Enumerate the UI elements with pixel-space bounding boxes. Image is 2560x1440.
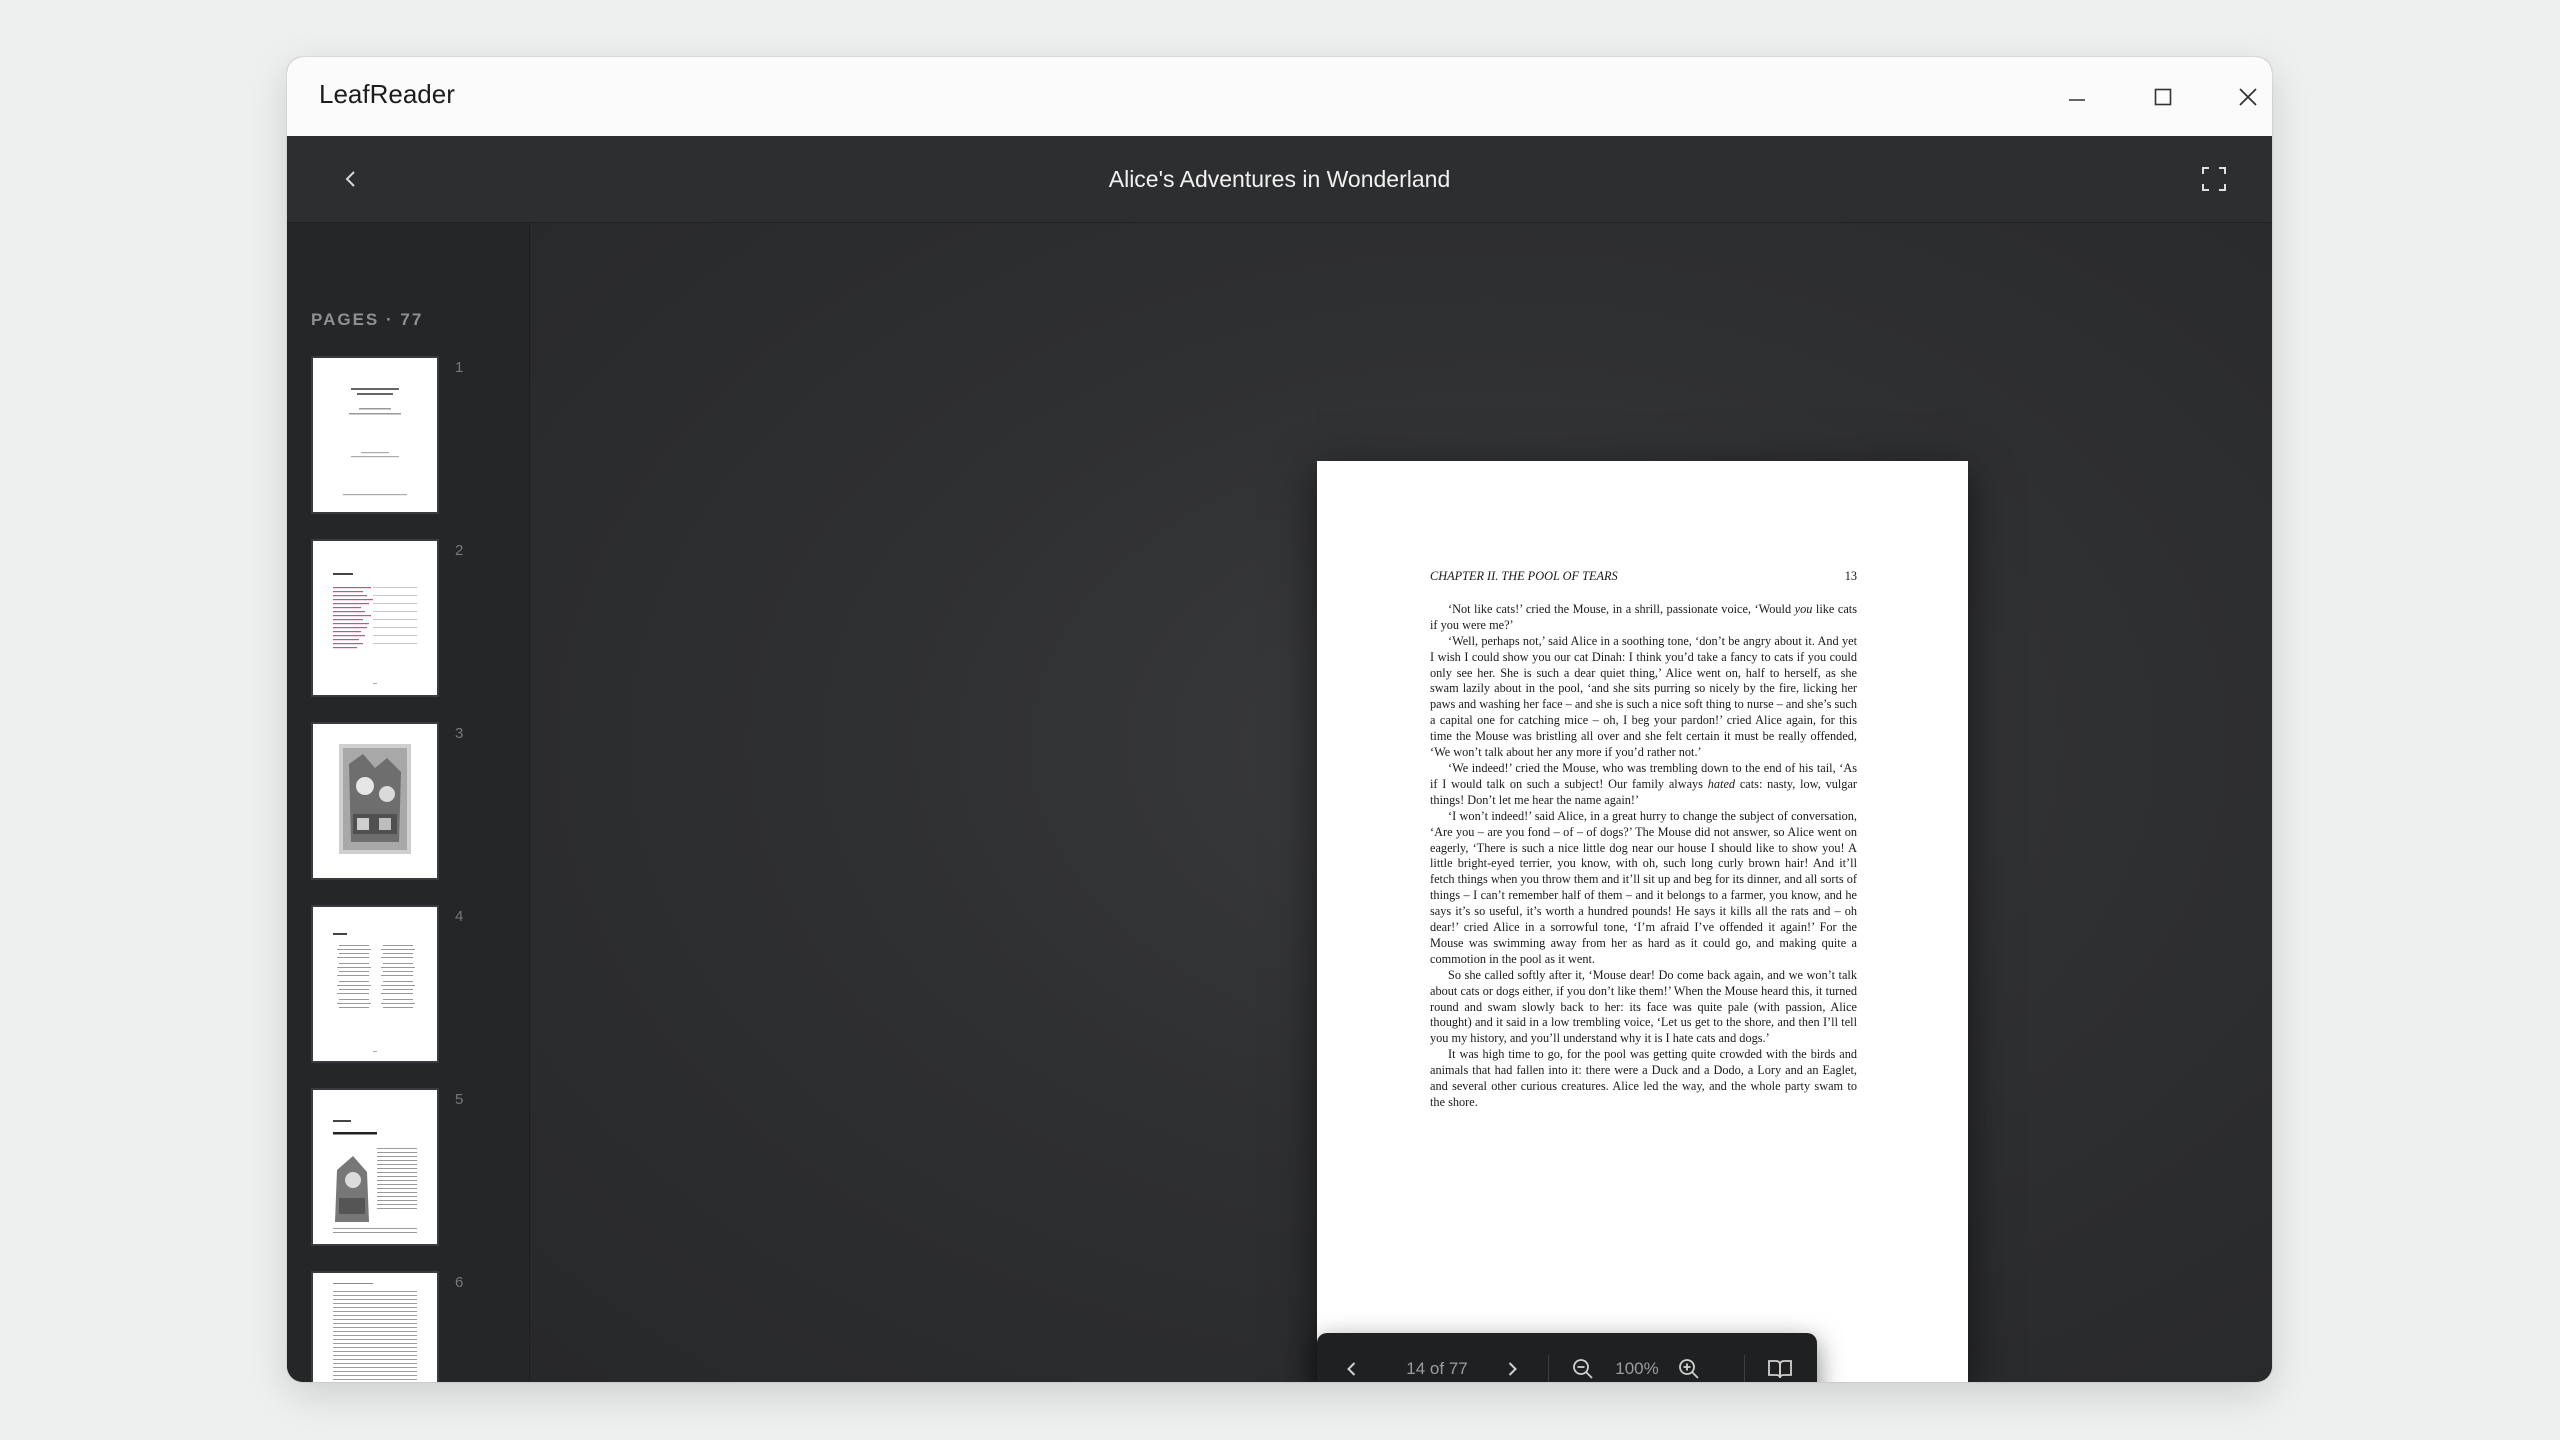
reading-mode-button[interactable] [1760, 1349, 1800, 1382]
fullscreen-icon [2202, 167, 2226, 191]
printed-page-number: 13 [1844, 569, 1857, 583]
page-thumbnail-2[interactable] [311, 539, 439, 697]
chevron-left-icon [345, 171, 355, 187]
text-page-preview [333, 1283, 417, 1380]
page-content: CHAPTER II. THE POOL OF TEARS 13 ‘Not li… [1430, 569, 1857, 1111]
page-thumbnail-5[interactable] [311, 1088, 439, 1246]
page-thumbnail-4[interactable] [311, 905, 439, 1063]
thumbnail-number: 6 [455, 1274, 464, 1291]
illustration-page-preview [339, 744, 411, 854]
pages-count-label: PAGES · 77 [311, 310, 424, 329]
zoom-level: 100% [1615, 1359, 1659, 1378]
zoom-out-button[interactable] [1563, 1349, 1603, 1382]
thumbnail-number: 5 [455, 1091, 464, 1108]
close-button[interactable] [2228, 77, 2268, 117]
contents-page-preview [333, 573, 417, 684]
fullscreen-button[interactable] [2194, 159, 2234, 199]
app-title: LeafReader [319, 79, 455, 109]
zoom-in-icon [1679, 1359, 1699, 1379]
page-toolbar: 14 of 77 100% [1317, 1333, 1817, 1382]
chapter-page-preview [333, 1120, 417, 1233]
page-thumbnail-6[interactable] [311, 1271, 439, 1382]
chevron-right-icon [1508, 1362, 1517, 1376]
thumbnail-number: 3 [455, 725, 464, 742]
reader-header: Alice's Adventures in Wonderland [287, 136, 2272, 223]
paragraph: ‘I won’t indeed!’ said Alice, in a great… [1430, 808, 1857, 966]
thumbnail-number: 4 [455, 908, 464, 925]
poem-page-preview [333, 933, 415, 1052]
thumbnail-number: 2 [455, 542, 464, 559]
maximize-icon [2154, 88, 2172, 106]
toolbar-divider [1744, 1355, 1745, 1382]
running-head: CHAPTER II. THE POOL OF TEARS 13 [1430, 569, 1857, 585]
title-bar: LeafReader [287, 57, 2272, 137]
title-page-preview [343, 388, 407, 496]
chevron-left-icon [1347, 1362, 1356, 1376]
thumbnail-sidebar: PAGES · 77 1 2 3 4 5 6 [287, 223, 530, 1382]
previous-page-button[interactable] [1332, 1349, 1372, 1382]
thumbnail-number: 1 [455, 359, 464, 376]
maximize-button[interactable] [2143, 77, 2183, 117]
minimize-button[interactable] [2057, 77, 2097, 117]
close-icon [2239, 88, 2257, 106]
document-viewer: CHAPTER II. THE POOL OF TEARS 13 ‘Not li… [530, 223, 2272, 1382]
paragraph: It was high time to go, for the pool was… [1430, 1047, 1857, 1109]
zoom-in-button[interactable] [1669, 1349, 1709, 1382]
toolbar-divider [1548, 1355, 1549, 1382]
minimize-icon [2069, 99, 2085, 101]
document-title: Alice's Adventures in Wonderland [1108, 166, 1451, 192]
next-page-button[interactable] [1492, 1349, 1532, 1382]
page-thumbnail-1[interactable] [311, 356, 439, 514]
back-button[interactable] [331, 159, 371, 199]
open-book-icon [1768, 1360, 1792, 1379]
paragraph: ‘Not like cats!’ cried the Mouse, in a s… [1430, 601, 1857, 632]
paragraph: ‘We indeed!’ cried the Mouse, who was tr… [1430, 760, 1857, 807]
paragraph: ‘Well, perhaps not,’ said Alice in a soo… [1430, 633, 1857, 760]
page-indicator: 14 of 77 [1406, 1359, 1468, 1378]
paragraph: So she called softly after it, ‘Mouse de… [1430, 967, 1857, 1046]
zoom-out-icon [1573, 1359, 1593, 1379]
page-thumbnail-3[interactable] [311, 722, 439, 880]
current-page: CHAPTER II. THE POOL OF TEARS 13 ‘Not li… [1317, 461, 1968, 1382]
chapter-heading: CHAPTER II. THE POOL OF TEARS [1430, 569, 1618, 583]
app-window: LeafReader Alice's Adventures in Wonderl… [287, 57, 2272, 1382]
